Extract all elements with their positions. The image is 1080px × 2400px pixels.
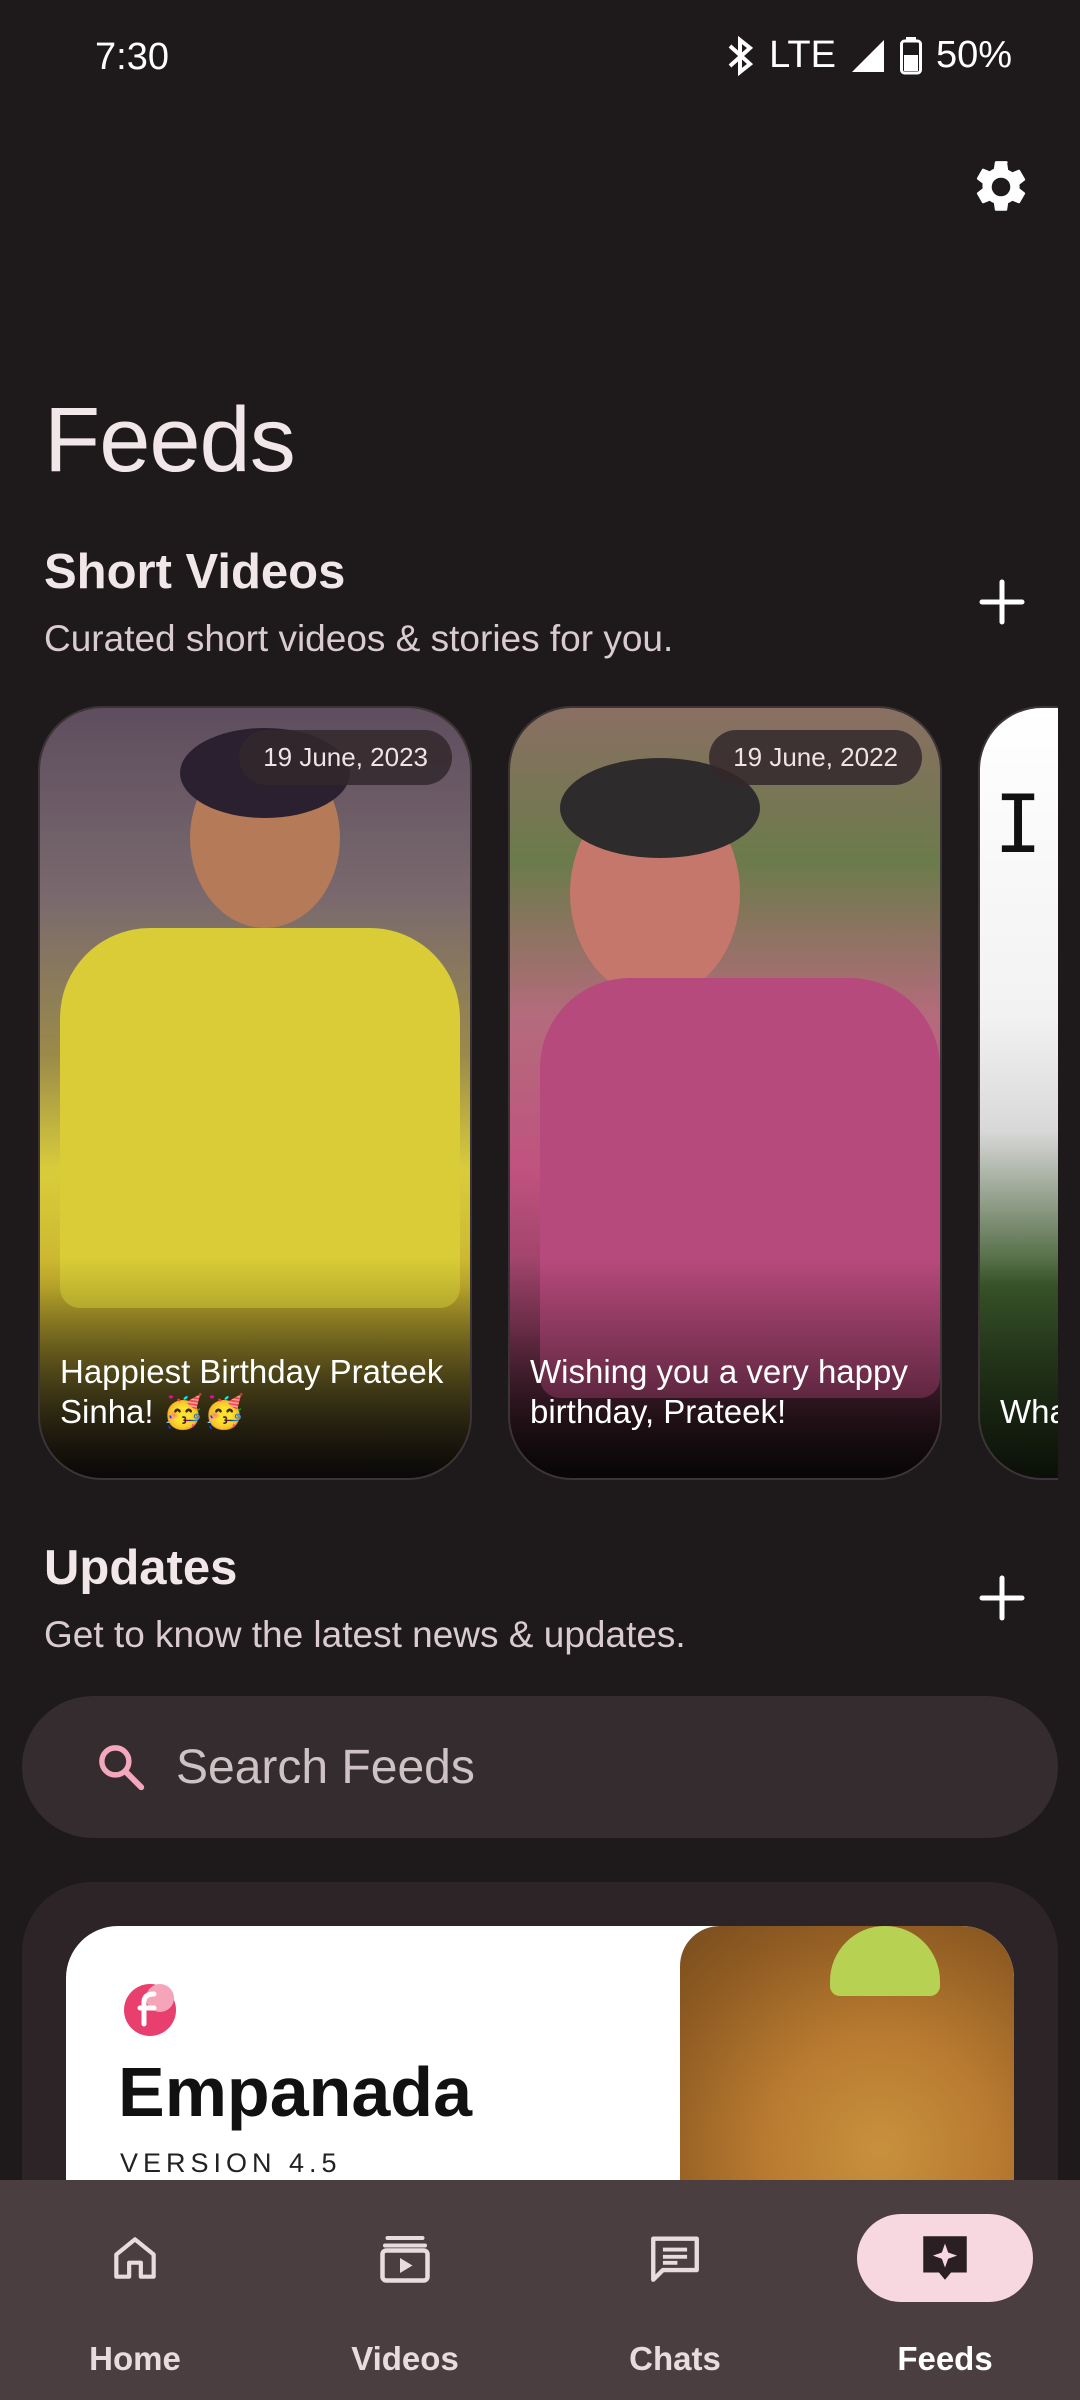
lime-decoration	[830, 1926, 940, 1996]
bluetooth-icon	[728, 35, 754, 76]
signal-icon	[851, 39, 884, 72]
video-card[interactable]: I D Wha Fiza	[978, 706, 1058, 1480]
status-icons: LTE 50%	[725, 34, 1012, 77]
bottom-navigation: Home Videos Chats Feeds	[0, 2180, 1080, 2400]
nav-item-home[interactable]: Home	[0, 2180, 270, 2400]
search-input[interactable]	[176, 1696, 1016, 1838]
person-shirt	[60, 928, 460, 1308]
updates-subtitle: Get to know the latest news & updates.	[44, 1614, 686, 1655]
video-date: 19 June, 2023	[239, 730, 452, 785]
status-time: 7:30	[95, 36, 169, 78]
nav-label-feeds: Feeds	[897, 2340, 993, 2377]
nav-item-videos[interactable]: Videos	[270, 2180, 540, 2400]
video-card[interactable]: 19 June, 2022 Wishing you a very happy b…	[508, 706, 942, 1480]
nav-label-videos: Videos	[351, 2340, 459, 2377]
gear-icon[interactable]	[970, 156, 1032, 218]
nav-label-home: Home	[89, 2340, 181, 2377]
battery-icon	[899, 36, 922, 74]
video-image-text: I D	[994, 778, 1058, 871]
video-caption: Wha Fiza	[1000, 1393, 1058, 1430]
short-videos-carousel[interactable]: 19 June, 2023 Happiest Birthday Prateek …	[38, 706, 1058, 1482]
home-icon	[114, 2237, 156, 2279]
feeds-sparkle-icon	[923, 2236, 967, 2280]
video-card[interactable]: 19 June, 2023 Happiest Birthday Prateek …	[38, 706, 472, 1480]
feed-item-title: Empanada	[118, 2053, 472, 2131]
battery-percent: 50%	[935, 34, 1012, 76]
nav-label-chats: Chats	[629, 2340, 721, 2377]
search-bar[interactable]	[22, 1696, 1058, 1838]
video-caption: Wishing you a very happy birthday, Prate…	[530, 1353, 908, 1430]
updates-title: Updates	[44, 1541, 238, 1595]
network-type: LTE	[769, 34, 836, 76]
nav-item-chats[interactable]: Chats	[540, 2180, 810, 2400]
video-date: 19 June, 2022	[709, 730, 922, 785]
page-title: Feeds	[44, 389, 296, 491]
short-videos-subtitle: Curated short videos & stories for you.	[44, 618, 674, 659]
nav-item-feeds[interactable]: Feeds	[810, 2180, 1080, 2400]
feed-item-version: VERSION 4.5	[120, 2148, 342, 2178]
app-logo-icon	[124, 1984, 176, 2036]
video-library-icon	[380, 2236, 430, 2283]
status-bar: 7:30 LTE 50%	[0, 0, 1080, 120]
nav-active-indicator	[857, 2214, 1033, 2302]
add-update-plus-icon[interactable]	[972, 1568, 1032, 1628]
video-caption: Happiest Birthday Prateek Sinha! 🥳🥳	[60, 1353, 444, 1430]
add-short-video-plus-icon[interactable]	[972, 572, 1032, 632]
short-videos-title: Short Videos	[44, 545, 346, 599]
chat-icon	[651, 2236, 699, 2282]
search-icon	[99, 1745, 145, 1791]
